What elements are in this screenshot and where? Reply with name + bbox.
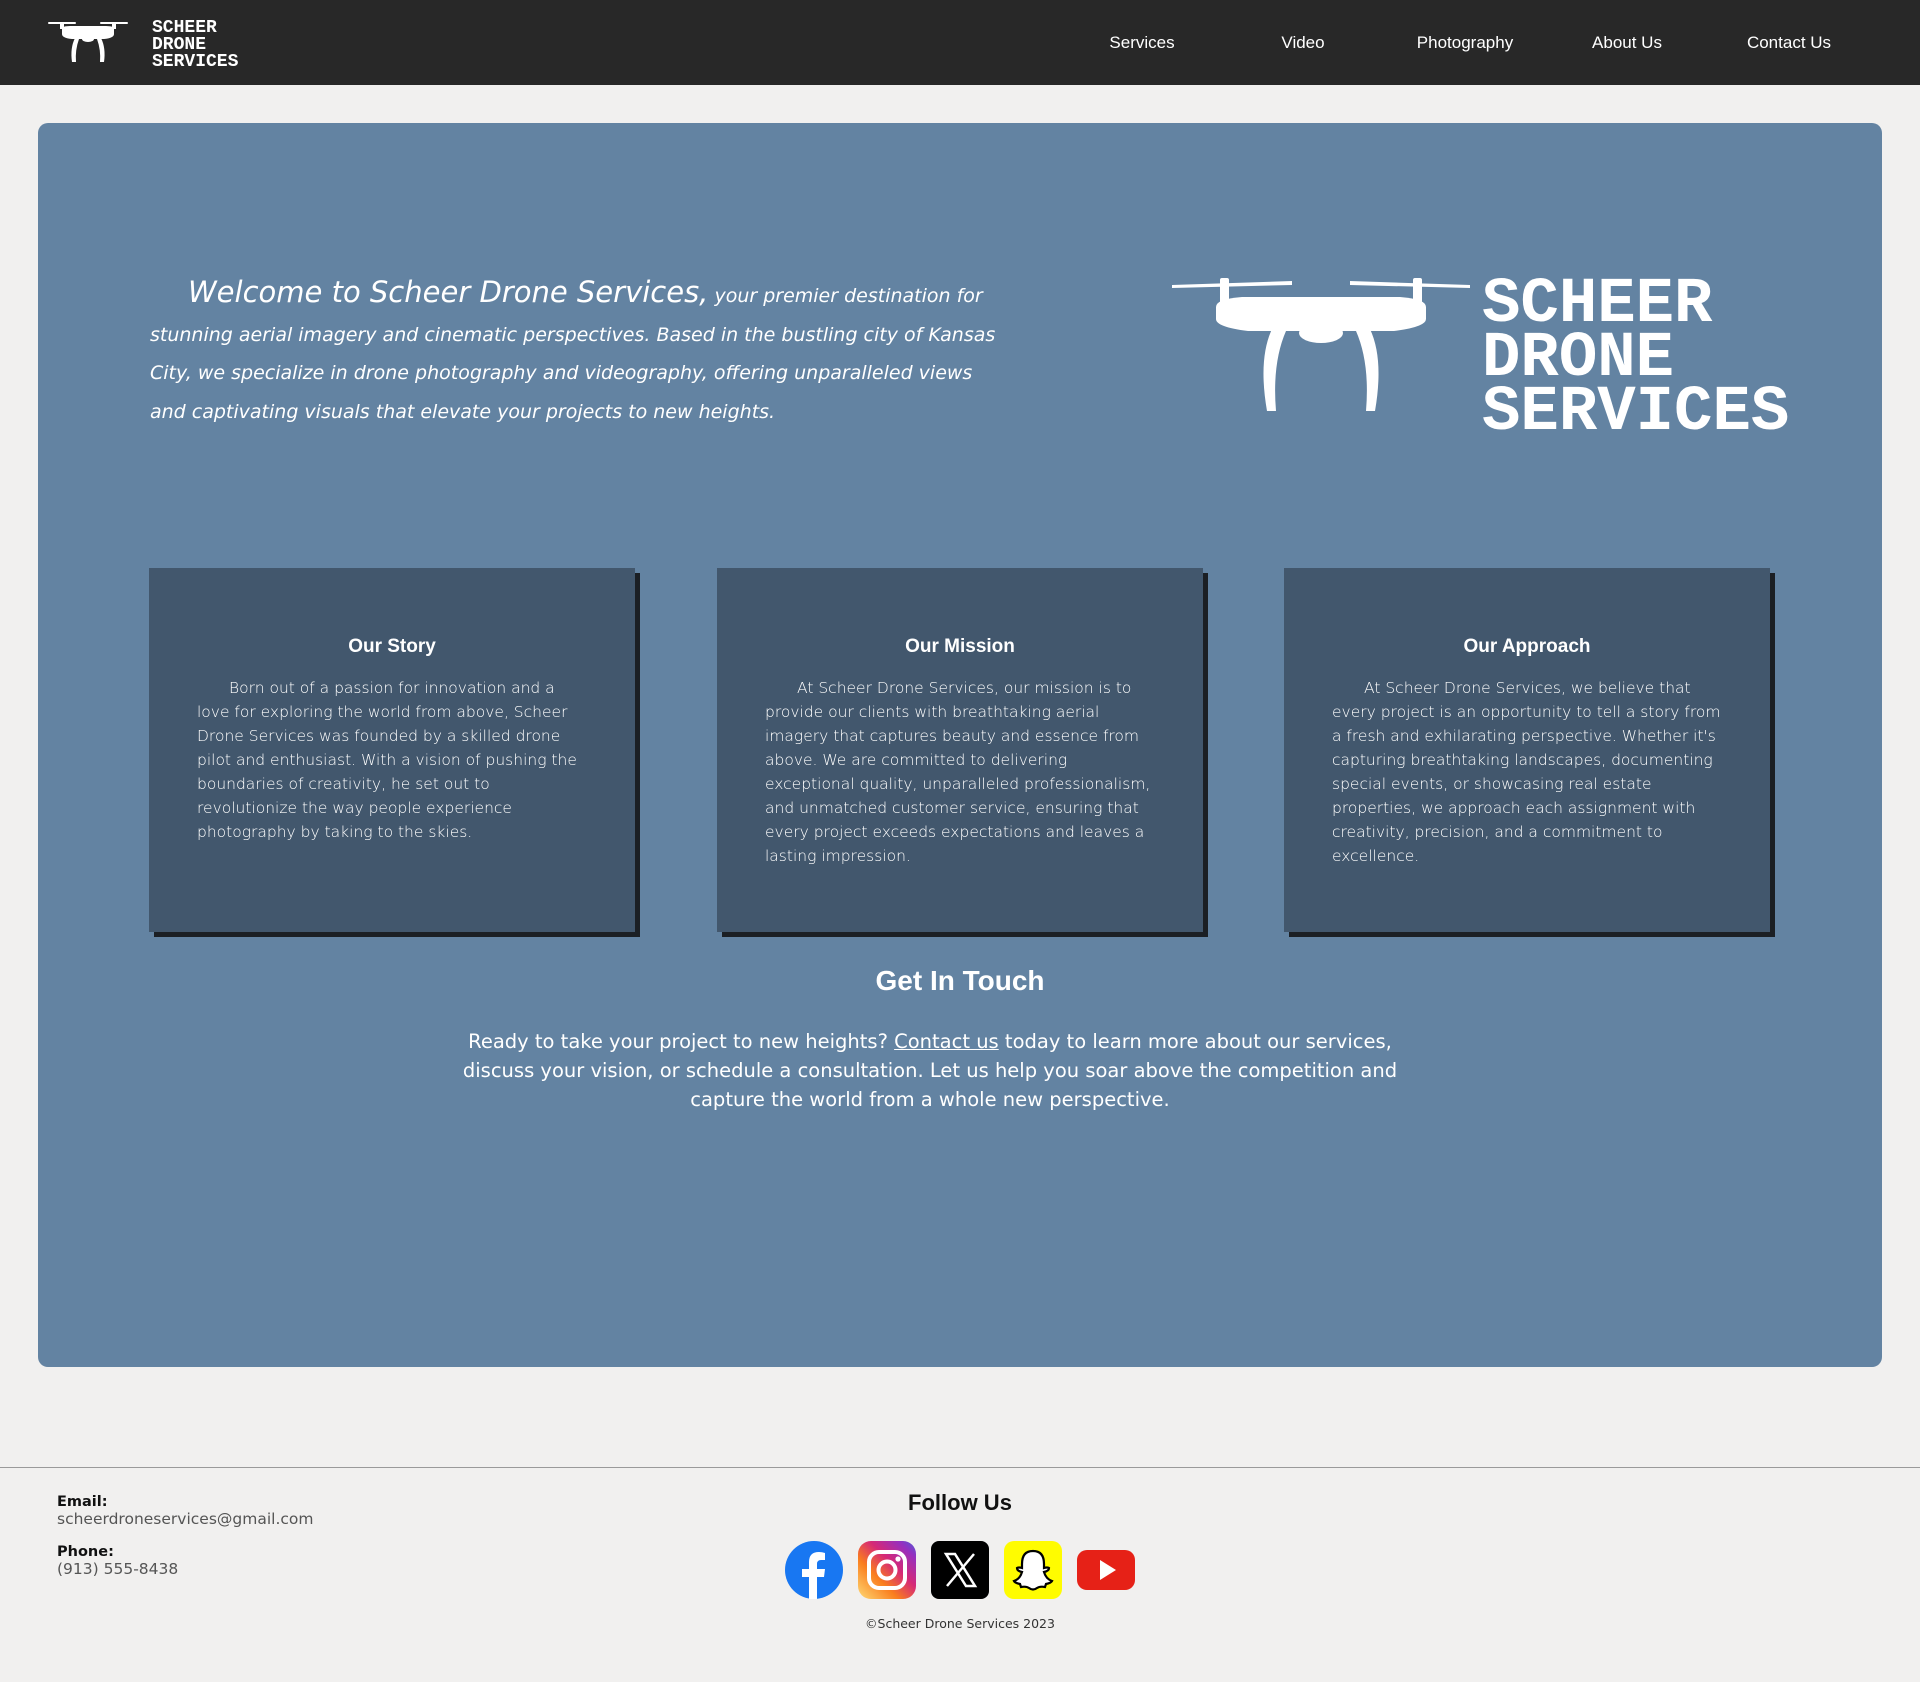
hero-logo: SCHEER DRONE SERVICES bbox=[1172, 269, 1789, 443]
phone-label: Phone: bbox=[57, 1544, 114, 1560]
card-title: Our Mission bbox=[905, 636, 1015, 657]
card-body: Born out of a passion for innovation and… bbox=[197, 679, 577, 841]
get-in-touch-text: Ready to take your project to new height… bbox=[430, 1027, 1430, 1114]
card-body: At Scheer Drone Services, we believe tha… bbox=[1332, 679, 1721, 865]
card-our-story: Our Story Born out of a passion for inno… bbox=[149, 568, 635, 932]
copyright-text: ©Scheer Drone Services 2023 bbox=[865, 1616, 1055, 1631]
nav-photography[interactable]: Photography bbox=[1417, 0, 1513, 85]
hero-panel: Welcome to Scheer Drone Services, your p… bbox=[38, 123, 1882, 1367]
contact-us-link[interactable]: Contact us bbox=[894, 1030, 999, 1053]
brand-line-3: SERVICES bbox=[152, 52, 239, 72]
get-in-touch-title: Get In Touch bbox=[875, 965, 1045, 996]
brand-logo[interactable]: SCHEER DRONE SERVICES bbox=[48, 12, 258, 72]
youtube-icon[interactable] bbox=[1077, 1541, 1135, 1599]
hero-logo-line-3: SERVICES bbox=[1482, 377, 1789, 443]
nav-services[interactable]: Services bbox=[1109, 0, 1174, 85]
card-title: Our Story bbox=[348, 636, 436, 657]
x-icon[interactable] bbox=[931, 1541, 989, 1599]
follow-us-title: Follow Us bbox=[908, 1490, 1012, 1515]
phone-value[interactable]: (913) 555-8438 bbox=[57, 1560, 313, 1578]
card-our-mission: Our Mission At Scheer Drone Services, ou… bbox=[717, 568, 1203, 932]
card-body: At Scheer Drone Services, our mission is… bbox=[765, 679, 1151, 865]
welcome-lead: Welcome to Scheer Drone Services, bbox=[188, 275, 709, 309]
instagram-icon[interactable] bbox=[858, 1541, 916, 1599]
footer-divider bbox=[0, 1467, 1920, 1468]
snapchat-icon[interactable] bbox=[1004, 1541, 1062, 1599]
top-navigation-bar: SCHEER DRONE SERVICES Services Video Pho… bbox=[0, 0, 1920, 85]
hero-drone-icon bbox=[1172, 278, 1470, 411]
welcome-paragraph: Welcome to Scheer Drone Services, your p… bbox=[150, 273, 1010, 431]
facebook-icon[interactable] bbox=[785, 1541, 843, 1599]
touch-text-before: Ready to take your project to new height… bbox=[468, 1030, 895, 1053]
card-our-approach: Our Approach At Scheer Drone Services, w… bbox=[1284, 568, 1770, 932]
card-title: Our Approach bbox=[1463, 636, 1591, 657]
nav-contact-us[interactable]: Contact Us bbox=[1747, 0, 1831, 85]
drone-icon bbox=[48, 22, 128, 62]
nav-video[interactable]: Video bbox=[1281, 0, 1324, 85]
social-links bbox=[785, 1541, 1135, 1601]
main-nav: Services Video Photography About Us Cont… bbox=[1070, 0, 1920, 85]
nav-about-us[interactable]: About Us bbox=[1592, 0, 1662, 85]
